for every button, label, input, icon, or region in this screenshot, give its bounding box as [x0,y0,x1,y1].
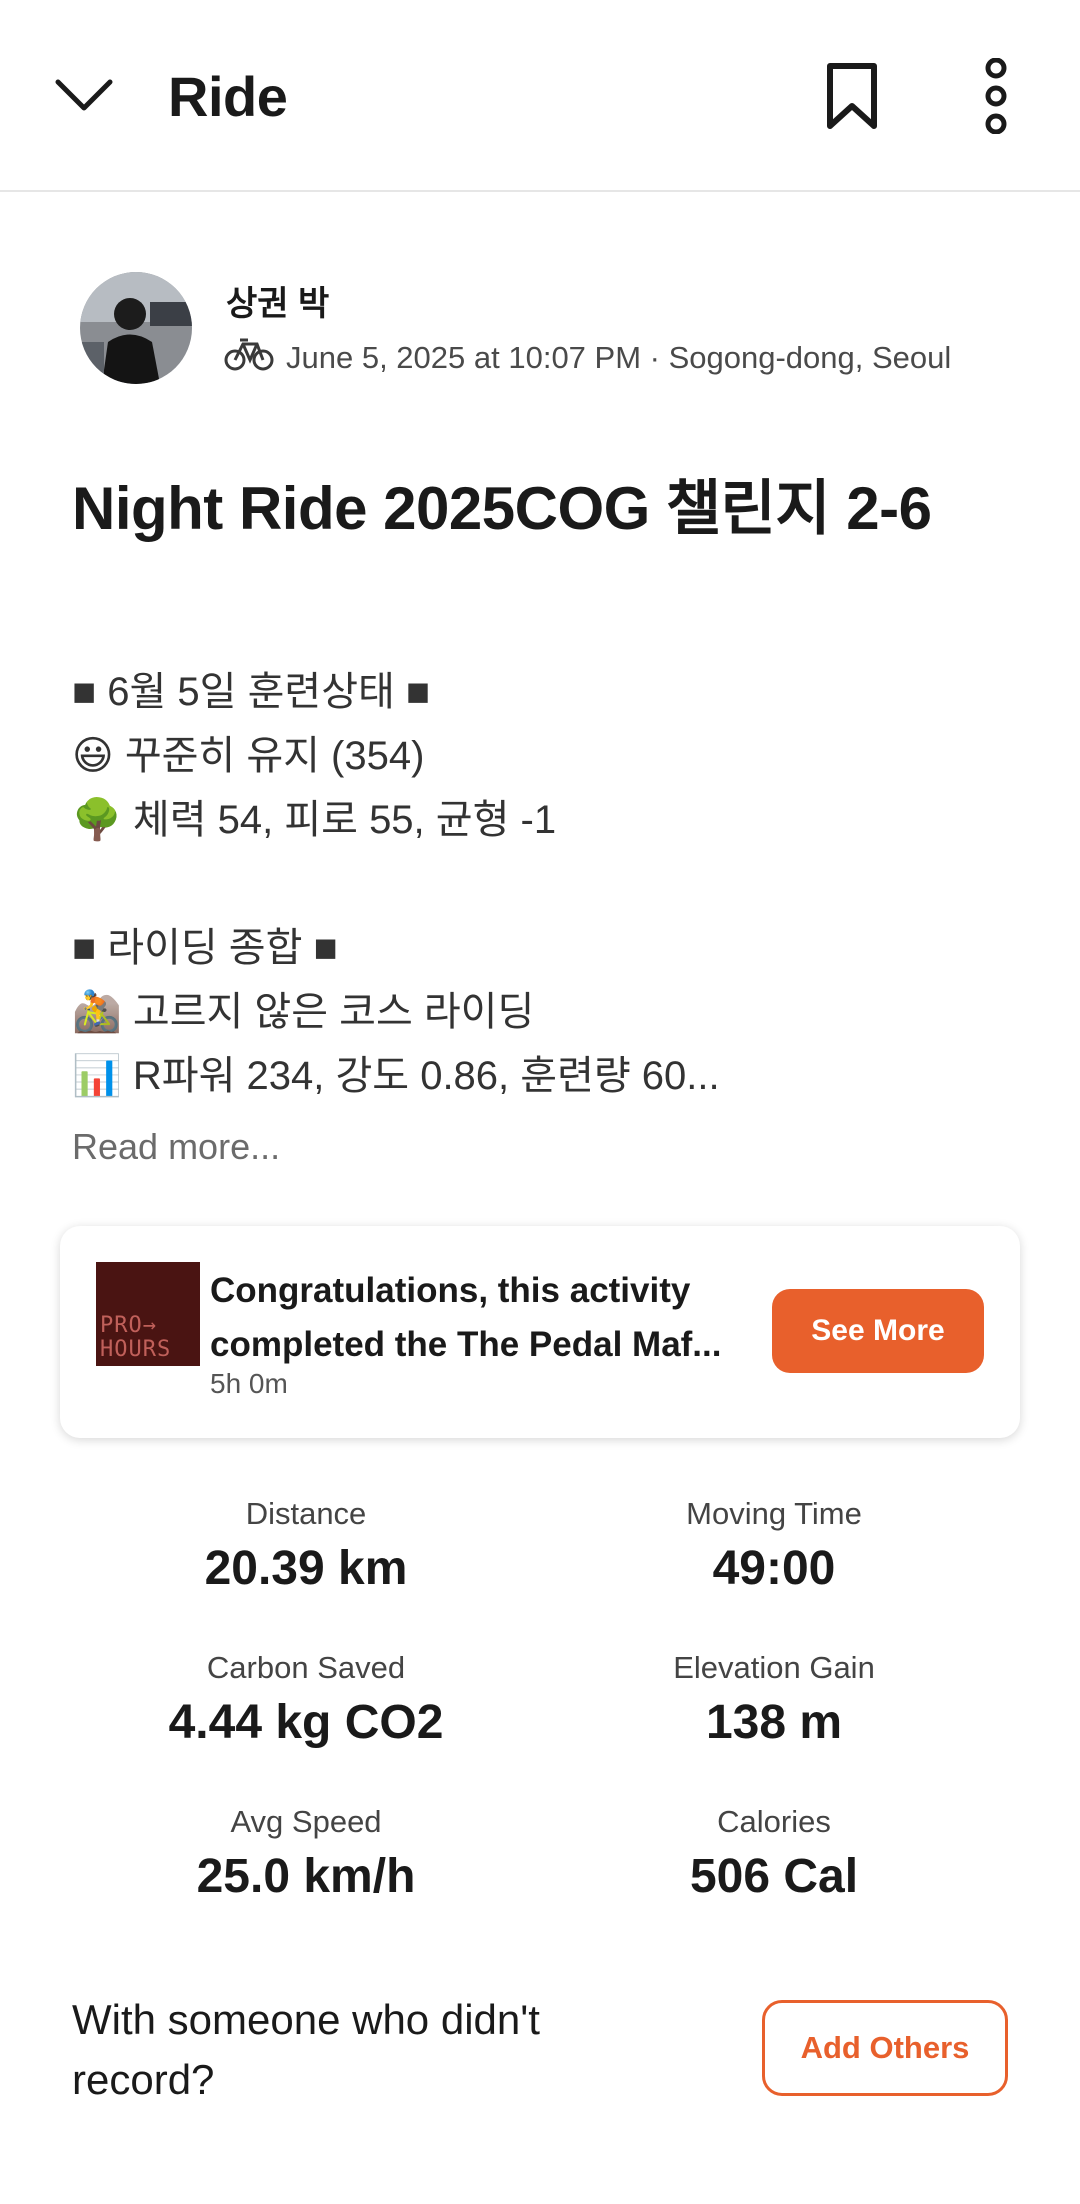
stat-value: 506 Cal [689,1850,859,1903]
achievement-card[interactable]: PRO→ HOURS Congratulations, this activit… [60,1226,1020,1438]
stat-label: Distance [245,1496,367,1531]
stat-label: Carbon Saved [206,1650,406,1685]
stat-carbon-saved: Carbon Saved 4.44 kg CO2 [76,1648,536,1754]
description-line: ■ 6월 5일 훈련상태 ■ [72,670,431,714]
stat-value: 49:00 [712,1542,836,1595]
bookmark-icon[interactable] [816,56,888,136]
description-line: 📊 R파워 234, 강도 0.86, 훈련량 60... [72,1054,720,1098]
description-line [72,852,972,916]
achievement-subtitle: 5h 0m [210,1368,288,1399]
activity-description: ■ 6월 5일 훈련상태 ■ 😃 꾸준히 유지 (354) 🌳 체력 54, 피… [72,660,972,1108]
stat-moving-time: Moving Time 49:00 [544,1494,1004,1600]
description-line: 😃 꾸준히 유지 (354) [72,734,425,778]
stat-label: Elevation Gain [673,1650,875,1685]
challenge-badge-text: PRO→ HOURS [100,1313,172,1362]
activity-date-location: June 5, 2025 at 10:07 PM · Sogong-dong, … [286,340,952,375]
stat-label: Moving Time [686,1496,862,1531]
stat-value: 4.44 kg CO2 [168,1696,444,1749]
achievement-text: Congratulations, this activity completed… [210,1264,840,1372]
athlete-name[interactable]: 상권 박 [226,276,329,325]
challenge-badge-image: PRO→ HOURS [96,1262,200,1366]
page-title: Ride [168,65,288,128]
achievement-line-2: completed the The Pedal Maf... [210,1325,722,1364]
chevron-down-icon[interactable] [48,60,120,132]
stat-value: 25.0 km/h [196,1850,416,1903]
read-more-link[interactable]: Read more... [72,1126,280,1168]
avatar[interactable] [80,272,192,384]
description-line: ■ 라이딩 종합 ■ [72,926,338,970]
bike-icon [224,336,274,380]
stat-elevation-gain: Elevation Gain 138 m [544,1648,1004,1754]
stat-calories: Calories 506 Cal [544,1802,1004,1908]
stat-label: Calories [717,1804,831,1839]
see-more-button[interactable]: See More [772,1289,984,1373]
activity-meta: June 5, 2025 at 10:07 PM · Sogong-dong, … [224,336,951,380]
achievement-line-1: Congratulations, this activity [210,1271,691,1310]
add-others-button[interactable]: Add Others [762,2000,1008,2096]
activity-title: Night Ride 2025COG 챌린지 2-6 [72,475,932,542]
top-bar: Ride [0,0,1080,192]
stat-distance: Distance 20.39 km [76,1494,536,1600]
stat-avg-speed: Avg Speed 25.0 km/h [76,1802,536,1908]
stat-label: Avg Speed [230,1804,382,1839]
with-others-prompt: With someone who didn't record? [72,1996,540,2103]
stat-value: 138 m [705,1696,843,1749]
description-line: 🚵 고르지 않은 코스 라이딩 [72,990,535,1034]
stat-value: 20.39 km [204,1542,408,1595]
more-vertical-icon[interactable] [960,56,1032,136]
description-line: 🌳 체력 54, 피로 55, 균형 -1 [72,798,557,842]
